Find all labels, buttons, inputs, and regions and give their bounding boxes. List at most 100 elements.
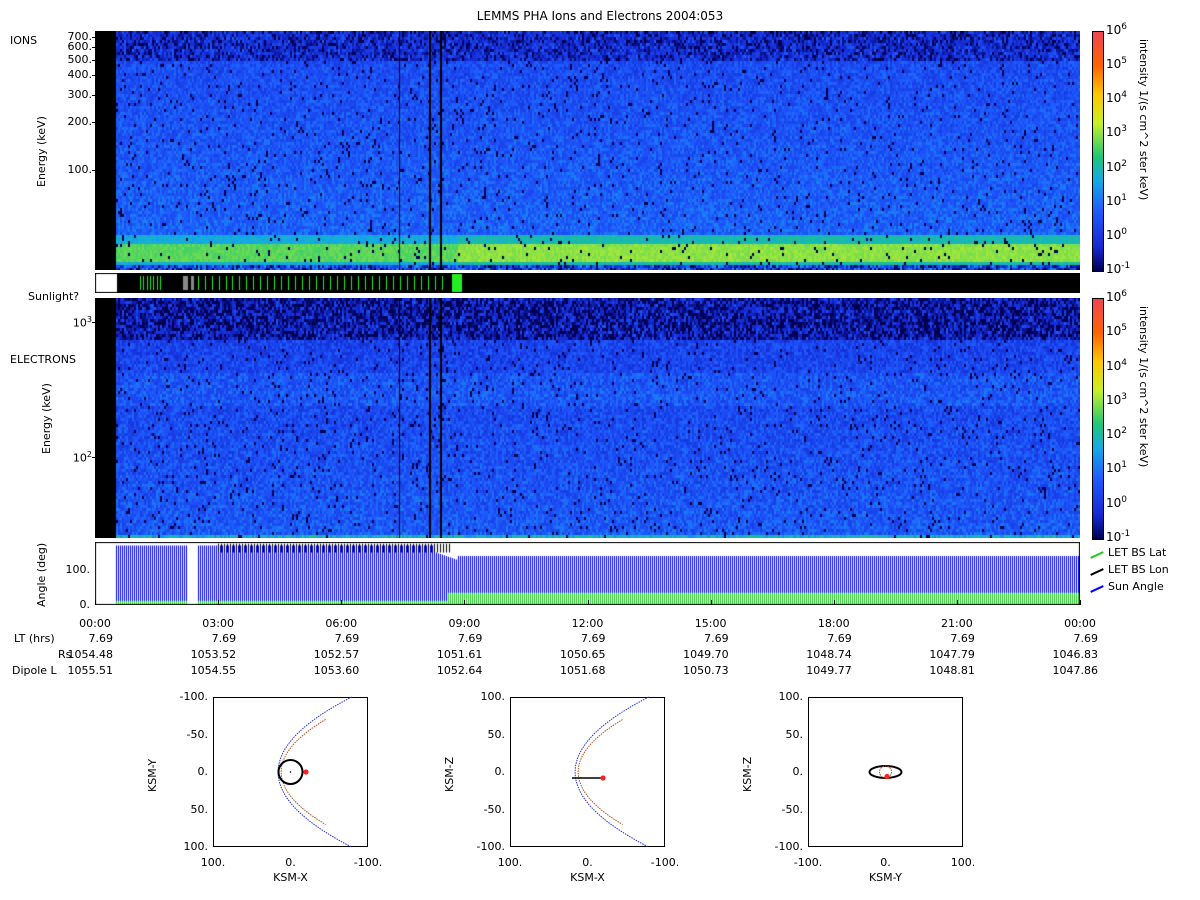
ephemeris-value: 1046.83 xyxy=(1052,648,1099,661)
legend-label: LET BS Lon xyxy=(1108,563,1169,576)
colorbar-label: intensity 1/(s cm^2 ster keV) xyxy=(1137,306,1150,468)
ephemeris-value: 1053.60 xyxy=(313,664,360,677)
orbit-plot xyxy=(213,696,368,848)
colorbar-tick-exponent: 4 xyxy=(1121,90,1128,101)
xtick-mark xyxy=(341,600,343,605)
orbit-ytick-label: 50. xyxy=(190,802,209,816)
angle-ylabel: Angle (deg) xyxy=(35,542,48,607)
ytick-mark xyxy=(92,456,95,458)
spacecraft-marker xyxy=(600,775,606,781)
orbit-xtick-label: -100. xyxy=(793,856,823,869)
orbit-ytick-label: -100. xyxy=(476,840,505,853)
ephemeris-value: 7.69 xyxy=(457,632,483,645)
colorbar-tick: 106 xyxy=(1106,22,1128,37)
ephemeris-value: 1055.51 xyxy=(67,664,114,677)
colorbar-tick: 100 xyxy=(1106,226,1128,242)
sunlight-strip-canvas xyxy=(95,273,1080,293)
orbit-ytick-label: 100. xyxy=(183,840,209,853)
ephemeris-value: 7.69 xyxy=(211,632,237,645)
ephemeris-value: 1052.64 xyxy=(436,664,483,677)
colorbar-tick-exponent: 0 xyxy=(1121,226,1128,237)
colorbar-tick-exponent: 5 xyxy=(1121,56,1128,67)
colorbar-tick: 103 xyxy=(1106,124,1128,140)
xtick-mark xyxy=(218,600,220,605)
colorbar-tick: 100 xyxy=(1106,494,1128,510)
ytick-mark xyxy=(92,122,95,124)
orbit-ytick-label: 50. xyxy=(487,727,506,741)
ephemeris-value: 1051.68 xyxy=(560,664,606,677)
electrons-spectrogram-canvas xyxy=(95,298,1080,538)
xtick-label: 09:00 xyxy=(448,617,481,630)
xtick-mark xyxy=(587,600,589,605)
sunlight-label: Sunlight? xyxy=(28,290,80,303)
colorbar-tick: 105 xyxy=(1106,56,1128,72)
electrons-spectrogram xyxy=(95,298,1080,538)
xtick-label: 00:00 xyxy=(1064,617,1096,630)
ephemeris-value: 1047.79 xyxy=(929,648,975,661)
orbit-ytick-label: 0. xyxy=(197,765,209,778)
ytick-mark xyxy=(92,74,95,76)
legend-label: Sun Angle xyxy=(1108,580,1164,593)
colorbar-tick: 101 xyxy=(1106,460,1128,476)
xtick-label: 21:00 xyxy=(941,617,973,630)
ytick-mark xyxy=(92,169,95,171)
ions-spectrogram-canvas xyxy=(95,31,1080,270)
ytick-label: 100. xyxy=(67,162,93,176)
orbit-xtick-label: 0. xyxy=(285,856,296,869)
ytick-mark xyxy=(92,321,95,323)
ephemeris-value: 7.69 xyxy=(334,632,360,645)
xtick-label: 03:00 xyxy=(202,617,234,630)
orbit-xlabel: KSM-X xyxy=(570,871,605,884)
ephemeris-value: 1048.81 xyxy=(929,664,975,677)
colorbar-tick: 104 xyxy=(1106,90,1128,106)
ytick-label: 102 xyxy=(72,449,92,465)
planet-dot xyxy=(289,771,292,773)
ephemeris-value: 7.69 xyxy=(827,632,852,645)
ytick-label: 500. xyxy=(67,52,93,66)
legend-swatch xyxy=(1090,585,1104,593)
ephemeris-value: 1052.57 xyxy=(313,648,360,661)
orbit-ylabel: KSM-Z xyxy=(443,756,456,792)
orbit-ytick-label: -100. xyxy=(179,690,208,703)
ions-panel-label: IONS xyxy=(10,34,38,47)
orbit-ylabel: KSM-Y xyxy=(146,758,159,792)
xtick-label: 12:00 xyxy=(571,617,604,630)
colorbar-gradient xyxy=(1092,31,1104,272)
colorbar-tick: 102 xyxy=(1106,426,1128,442)
colorbar-tick-exponent: -1 xyxy=(1121,261,1131,271)
ephemeris-value: 1048.74 xyxy=(806,648,852,661)
ephemeris-value: 7.69 xyxy=(704,632,729,645)
colorbar-tick-exponent: 1 xyxy=(1121,192,1128,203)
colorbar-tick-exponent: 2 xyxy=(1121,426,1128,437)
ephemeris-row-label: LT (hrs) xyxy=(14,632,55,645)
ephemeris-value: 1051.61 xyxy=(436,648,483,661)
angle-ytick-label: 100. xyxy=(65,563,91,576)
angle-canvas xyxy=(95,542,1080,605)
orbit-plot xyxy=(510,696,665,848)
ephemeris-value: 1053.52 xyxy=(190,648,237,661)
xtick-label: 15:00 xyxy=(694,617,727,630)
ytick-label: 300. xyxy=(67,87,93,101)
orbit-xlabel: KSM-X xyxy=(273,871,308,884)
legend-label: LET BS Lat xyxy=(1108,546,1167,559)
colorbar-tick: 105 xyxy=(1106,323,1128,339)
orbit-ytick-label: -100. xyxy=(774,840,803,853)
ephemeris-value: 7.69 xyxy=(88,632,114,645)
ephemeris-value: 7.69 xyxy=(581,632,606,645)
orbit-xtick-label: 0. xyxy=(880,856,891,869)
orbit-xlabel: KSM-Y xyxy=(868,871,903,884)
colorbar-tick: 103 xyxy=(1106,391,1128,407)
orbit-ytick-label: 0. xyxy=(494,765,506,778)
legend-swatch xyxy=(1090,568,1104,576)
orbit-xtick-label: 100. xyxy=(950,856,976,869)
orbit-frame xyxy=(808,697,963,847)
ytick-label: 600. xyxy=(67,40,93,54)
colorbar-label: intensity 1/(s cm^2 ster keV) xyxy=(1137,39,1150,201)
xtick-mark xyxy=(1080,600,1081,605)
orbit-ytick-label: 50. xyxy=(785,727,804,741)
legend-swatch xyxy=(1090,551,1104,559)
colorbar-tick-exponent: 1 xyxy=(1121,460,1128,471)
orbit-ytick-label: -50. xyxy=(781,802,803,816)
orbit-ytick-label: -50. xyxy=(186,727,208,741)
colorbar-tick-exponent: 3 xyxy=(1121,391,1128,402)
